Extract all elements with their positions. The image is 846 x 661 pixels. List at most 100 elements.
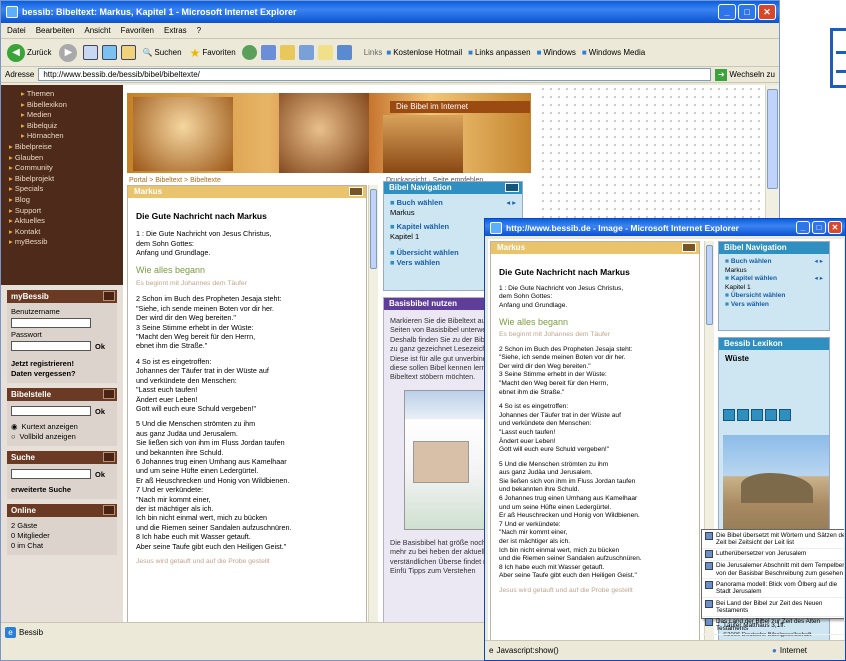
minimize-button[interactable]: _ (718, 4, 736, 20)
close-button[interactable]: ✕ (758, 4, 776, 20)
register-link[interactable]: Jetzt registrieren! (11, 359, 113, 369)
links-item[interactable]: ■ Links anpassen (468, 48, 530, 57)
lexikon-tab[interactable] (751, 409, 763, 421)
nav-item[interactable]: Community (9, 163, 123, 174)
popup-browser-window: http://www.bessib.de - Image - Microsoft… (484, 218, 846, 661)
context-menu-item[interactable]: Bei Land der Bibel zur Zeit des Neuen Te… (702, 598, 844, 617)
print-icon[interactable] (298, 45, 314, 60)
forward-button[interactable]: ▶ (57, 43, 79, 63)
links-label: Links (363, 48, 383, 57)
address-input[interactable]: http://www.bessib.de/bessib/bibel/bibelt… (38, 68, 712, 81)
book-arrows[interactable]: ◂ ▸ (506, 198, 516, 208)
lexikon-tab[interactable] (723, 409, 735, 421)
verse-block: 2 Schon im Buch des Propheten Jesaja ste… (499, 345, 633, 396)
banner-photo (383, 115, 463, 173)
nav-item[interactable]: Bibelquiz (9, 121, 123, 132)
username-input[interactable] (11, 318, 91, 328)
nav-item[interactable]: Themen (9, 89, 123, 100)
popup-maximize-button[interactable]: □ (812, 221, 826, 234)
choose-book-link[interactable]: Buch wählen (390, 198, 443, 207)
next-section-link[interactable]: Jesus wird getauft und auf die Probe ges… (499, 587, 691, 596)
bible-text: Die Gute Nachricht nach Markus 1 : Die Gu… (128, 198, 366, 578)
lexikon-tab[interactable] (765, 409, 777, 421)
choose-book-link[interactable]: Buch wählen (725, 258, 772, 265)
password-input[interactable] (11, 341, 91, 351)
zone-label: Internet (779, 646, 807, 655)
go-button[interactable]: ➔ Wechseln zu (715, 68, 779, 81)
nav-item[interactable]: myBessib (9, 237, 123, 248)
context-menu-item[interactable]: Panorama modell: Blick vom Ölberg auf di… (702, 579, 844, 598)
radio-kurtext[interactable]: ◉ (11, 422, 18, 432)
box-toggle-icon[interactable] (103, 505, 115, 515)
nav-item[interactable]: Hörnachen (9, 131, 123, 142)
search-input[interactable] (11, 469, 91, 479)
favorites-button[interactable]: ★ Favoriten (188, 45, 238, 61)
popup-content: Markus Die Gute Nachricht nach Markus 1 :… (488, 239, 844, 642)
next-section-link[interactable]: Jesus wird getauft und auf die Probe ges… (136, 557, 358, 566)
bibelstelle-input[interactable] (11, 406, 91, 416)
radio-vollbild[interactable]: ○ (11, 432, 16, 442)
login-ok-button[interactable]: Ok (95, 342, 105, 352)
popup-minimize-button[interactable]: _ (796, 221, 810, 234)
context-menu-item[interactable]: Die Jerusalemer Abschnitt mit dem Tempel… (702, 561, 844, 580)
mail-icon[interactable] (279, 45, 295, 60)
folder-icon[interactable] (317, 45, 333, 60)
nav-item[interactable]: Specials (9, 184, 123, 195)
menu-item[interactable]: Extras (164, 26, 187, 35)
home-icon[interactable] (121, 45, 137, 60)
back-button[interactable]: ◀ Zurück (5, 43, 53, 63)
box-toggle-icon[interactable] (103, 452, 115, 462)
links-item[interactable]: ■ Windows Media (582, 48, 645, 57)
menu-item[interactable]: ? (197, 26, 201, 35)
image-icon (705, 550, 713, 559)
media-icon[interactable] (241, 45, 257, 60)
context-menu-item[interactable]: Das Land der Bibel zur Zeit des Alten Te… (702, 617, 844, 636)
choose-chapter-link[interactable]: Kapitel wählen (390, 222, 449, 231)
verse-block: 1 : Die Gute Nachricht von Jesus Christu… (136, 229, 272, 258)
forgot-link[interactable]: Daten vergessen? (11, 369, 113, 379)
banner-photo (133, 97, 233, 171)
nav-item[interactable]: Bibellexikon (9, 100, 123, 111)
nav-item[interactable]: Support (9, 206, 123, 217)
choose-chapter-link[interactable]: Kapitel wählen (725, 275, 777, 282)
panel-toggle-icon[interactable] (349, 187, 363, 196)
stop-icon[interactable] (83, 45, 99, 60)
menu-item[interactable]: Ansicht (84, 26, 110, 35)
search-button[interactable]: 🔍 Suchen (140, 47, 183, 58)
panel-header: Markus (134, 187, 163, 196)
messenger-icon[interactable] (336, 45, 352, 60)
box-toggle-icon[interactable] (103, 291, 115, 301)
history-icon[interactable] (260, 45, 276, 60)
menu-item[interactable]: Favoriten (121, 26, 154, 35)
text-scrollbar[interactable] (368, 185, 378, 641)
menu-item[interactable]: Datei (7, 26, 26, 35)
nav-item[interactable]: Aktuelles (9, 216, 123, 227)
panel-toggle-icon[interactable] (682, 243, 696, 252)
nav-item[interactable]: Kontakt (9, 227, 123, 238)
search-ok-button[interactable]: Ok (95, 470, 105, 480)
lexikon-tab[interactable] (779, 409, 791, 421)
ie-page-icon: e (489, 646, 494, 655)
box-toggle-icon[interactable] (103, 389, 115, 399)
nav-item[interactable]: Blog (9, 195, 123, 206)
popup-close-button[interactable]: ✕ (828, 221, 842, 234)
nav-item[interactable]: Bibelpreise (9, 142, 123, 153)
breadcrumb[interactable]: Portal > Bibeltext > Bibeltexte (129, 177, 221, 184)
toolbar: ◀ Zurück ▶ 🔍 Suchen ★ Favoriten Links ■ Kost… (1, 39, 779, 67)
nav-item[interactable]: Glauben (9, 153, 123, 164)
nav-item[interactable]: Bibelprojekt (9, 174, 123, 185)
bibelstelle-title: Bibelstelle (11, 390, 52, 399)
context-menu-item[interactable]: Die Bibel übersetzt mit Wörtern und Sätz… (702, 530, 844, 549)
links-item[interactable]: ■ Windows (537, 48, 576, 57)
context-menu-item[interactable]: Lutherübersetzer von Jerusalem (702, 549, 844, 561)
login-title: myBessib (11, 292, 49, 301)
lexikon-tab[interactable] (737, 409, 749, 421)
links-item[interactable]: ■ Kostenlose Hotmail (386, 48, 462, 57)
menu-item[interactable]: Bearbeiten (36, 26, 75, 35)
bibelstelle-ok-button[interactable]: Ok (95, 407, 105, 417)
nav-item[interactable]: Medien (9, 110, 123, 121)
panel-toggle-icon[interactable] (505, 183, 519, 192)
refresh-icon[interactable] (102, 45, 118, 60)
advanced-search-link[interactable]: erweiterte Suche (11, 485, 113, 495)
maximize-button[interactable]: □ (738, 4, 756, 20)
